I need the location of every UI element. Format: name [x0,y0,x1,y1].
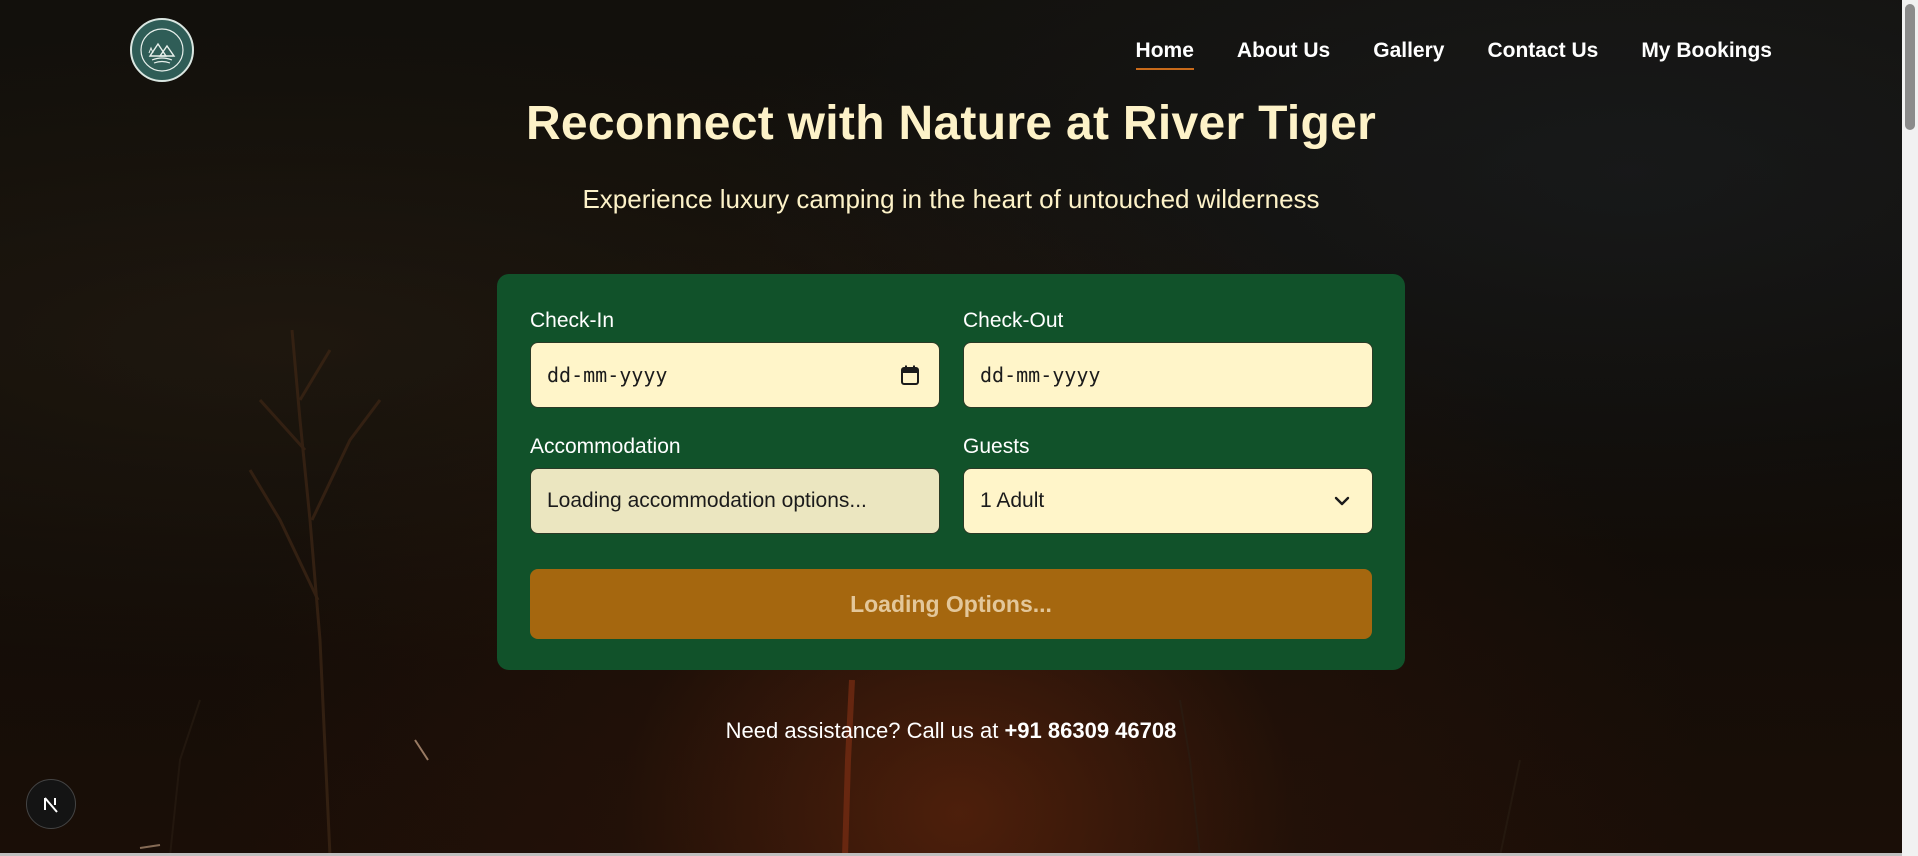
page-scrollbar[interactable] [1902,0,1918,856]
scrollbar-thumb[interactable] [1905,4,1915,130]
checkout-label: Check-Out [963,309,1064,332]
checkout-field-group: Check-Out dd-mm-yyyy [963,308,1373,408]
chevron-down-icon [1334,496,1350,506]
assistance-text: Need assistance? Call us at +91 86309 46… [0,718,1902,744]
submit-button[interactable]: Loading Options... [530,569,1372,639]
main-nav: Home About Us Gallery Contact Us My Book… [1093,38,1772,70]
booking-form: Check-In dd-mm-yyyy Check-Out dd-mm-yyyy… [497,274,1405,670]
checkout-value: dd-mm-yyyy [980,363,1101,387]
phone-link[interactable]: +91 86309 46708 [1004,718,1176,743]
next-logo-icon [44,797,58,813]
accommodation-label: Accommodation [530,435,681,458]
nav-home[interactable]: Home [1135,38,1194,70]
dev-tools-button[interactable] [26,779,76,829]
river-tiger-logo-icon [140,28,184,72]
guests-value: 1 Adult [980,489,1045,512]
calendar-icon[interactable] [901,365,919,385]
accommodation-field-group: Accommodation Loading accommodation opti… [530,434,940,534]
assistance-label: Need assistance? Call us at [725,718,1005,743]
guests-label: Guests [963,435,1030,458]
checkin-label: Check-In [530,309,615,332]
hero-subtitle: Experience luxury camping in the heart o… [582,184,1320,214]
checkin-value: dd-mm-yyyy [547,363,668,387]
accommodation-select[interactable]: Loading accommodation options... [530,468,940,534]
nav-my-bookings[interactable]: My Bookings [1641,38,1772,70]
guests-field-group: Guests 1 Adult [963,434,1373,534]
nav-about-us[interactable]: About Us [1237,38,1330,70]
checkin-input[interactable]: dd-mm-yyyy [530,342,940,408]
hero-title: Reconnect with Nature at River Tiger [525,97,1377,150]
nav-contact-us[interactable]: Contact Us [1487,38,1598,70]
guests-select[interactable]: 1 Adult [963,468,1373,534]
accommodation-value: Loading accommodation options... [547,489,867,512]
checkin-field-group: Check-In dd-mm-yyyy [530,308,940,408]
nav-gallery[interactable]: Gallery [1373,38,1444,70]
logo[interactable] [130,18,194,82]
checkout-input[interactable]: dd-mm-yyyy [963,342,1373,408]
